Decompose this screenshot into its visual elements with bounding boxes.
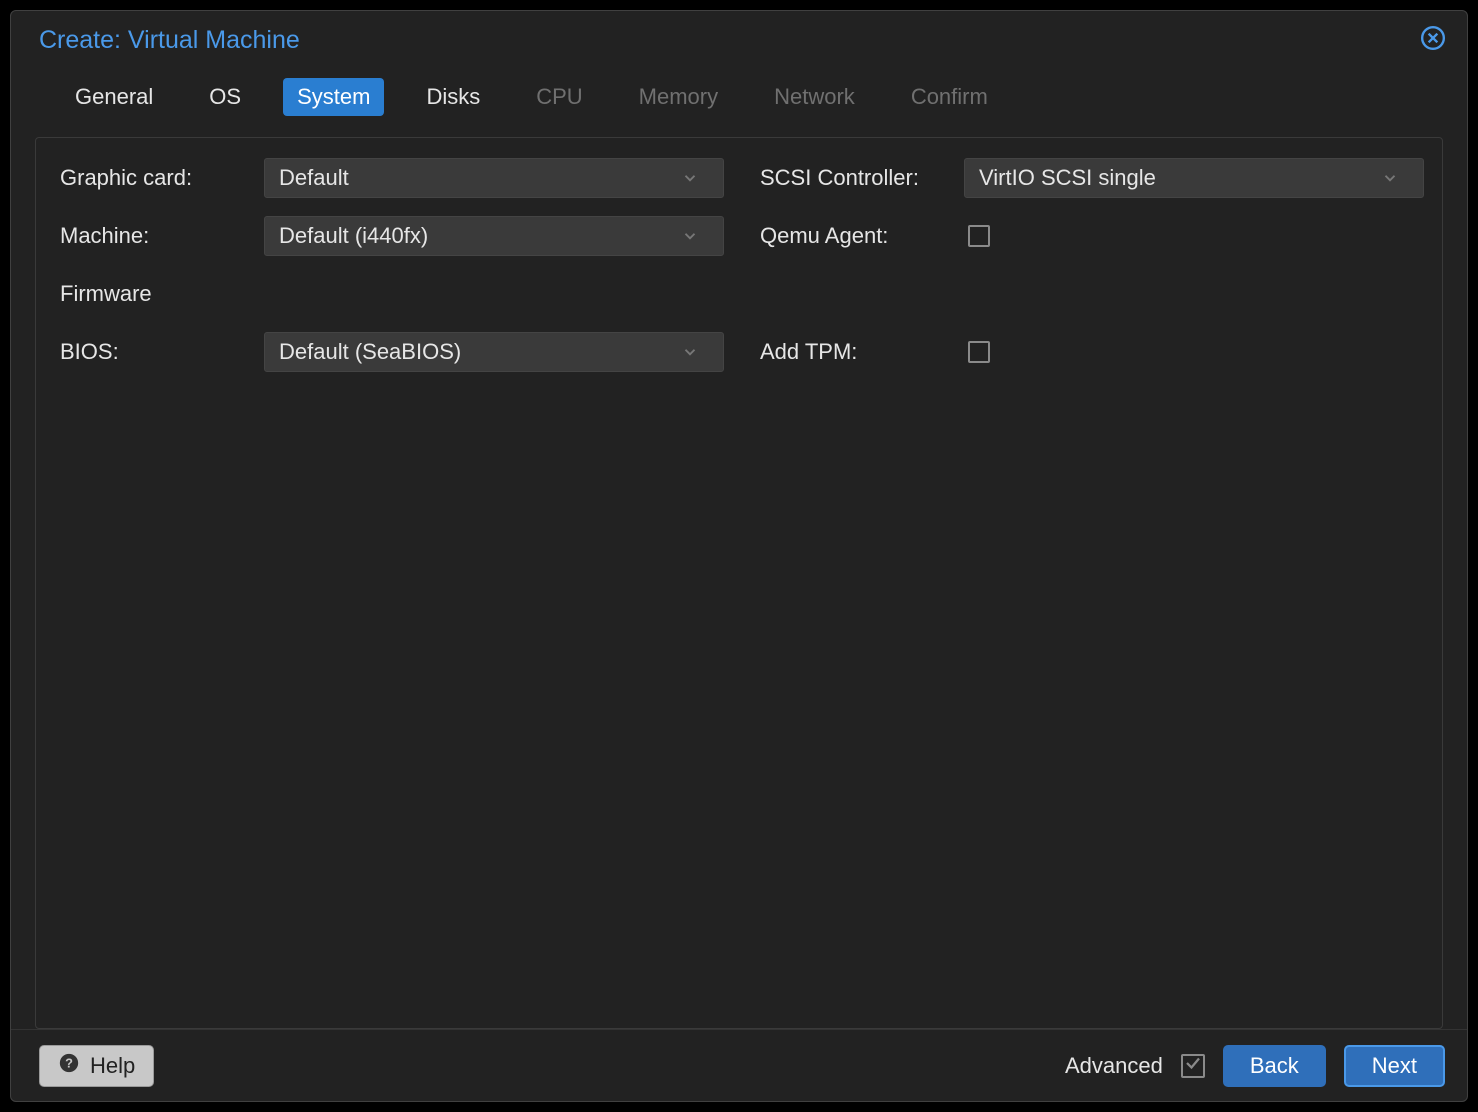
label-machine: Machine: xyxy=(54,223,264,249)
tab-os[interactable]: OS xyxy=(195,78,255,116)
select-machine-value: Default (i440fx) xyxy=(279,223,428,249)
row-machine: Machine: Default (i440fx) xyxy=(54,212,724,260)
form-right-column: SCSI Controller: VirtIO SCSI single Qemu… xyxy=(754,154,1424,386)
row-qemu-agent: Qemu Agent: xyxy=(754,212,1424,260)
chevron-down-icon xyxy=(1377,165,1403,191)
dialog-header: Create: Virtual Machine xyxy=(11,11,1467,69)
dialog-title: Create: Virtual Machine xyxy=(39,26,300,55)
tab-confirm: Confirm xyxy=(897,78,1002,116)
label-qemu-agent: Qemu Agent: xyxy=(754,223,964,249)
next-button-label: Next xyxy=(1372,1053,1417,1079)
help-button-label: Help xyxy=(90,1053,135,1079)
back-button[interactable]: Back xyxy=(1223,1045,1326,1087)
tab-memory: Memory xyxy=(625,78,732,116)
chevron-down-icon xyxy=(677,223,703,249)
row-scsi-controller: SCSI Controller: VirtIO SCSI single xyxy=(754,154,1424,202)
select-scsi-controller[interactable]: VirtIO SCSI single xyxy=(964,158,1424,198)
wizard-tabs: General OS System Disks CPU Memory Netwo… xyxy=(11,69,1467,125)
check-icon xyxy=(1184,1054,1202,1077)
help-icon: ? xyxy=(58,1052,80,1080)
dialog-create-vm: Create: Virtual Machine General OS Syste… xyxy=(10,10,1468,1102)
form-panel: Graphic card: Default Machine: Default (… xyxy=(35,137,1443,1029)
select-bios-value: Default (SeaBIOS) xyxy=(279,339,461,365)
label-graphic-card: Graphic card: xyxy=(54,165,264,191)
row-bios: BIOS: Default (SeaBIOS) xyxy=(54,328,724,376)
tab-cpu: CPU xyxy=(522,78,596,116)
checkbox-advanced[interactable] xyxy=(1181,1054,1205,1078)
tab-disks[interactable]: Disks xyxy=(412,78,494,116)
advanced-label: Advanced xyxy=(1065,1053,1163,1079)
form-left-column: Graphic card: Default Machine: Default (… xyxy=(54,154,724,386)
chevron-down-icon xyxy=(677,339,703,365)
close-icon xyxy=(1420,25,1446,56)
select-bios[interactable]: Default (SeaBIOS) xyxy=(264,332,724,372)
row-spacer xyxy=(754,270,1424,318)
form-grid: Graphic card: Default Machine: Default (… xyxy=(44,154,1434,386)
select-machine[interactable]: Default (i440fx) xyxy=(264,216,724,256)
label-add-tpm: Add TPM: xyxy=(754,339,964,365)
help-button[interactable]: ? Help xyxy=(39,1045,154,1087)
chevron-down-icon xyxy=(677,165,703,191)
row-add-tpm: Add TPM: xyxy=(754,328,1424,376)
label-bios: BIOS: xyxy=(54,339,264,365)
select-graphic-card-value: Default xyxy=(279,165,349,191)
svg-text:?: ? xyxy=(65,1055,73,1070)
row-graphic-card: Graphic card: Default xyxy=(54,154,724,202)
close-button[interactable] xyxy=(1419,26,1447,54)
tab-network: Network xyxy=(760,78,869,116)
label-firmware: Firmware xyxy=(54,281,264,307)
checkbox-add-tpm[interactable] xyxy=(968,341,990,363)
next-button[interactable]: Next xyxy=(1344,1045,1445,1087)
footer-right: Advanced Back Next xyxy=(1065,1045,1445,1087)
tab-general[interactable]: General xyxy=(61,78,167,116)
checkbox-qemu-agent[interactable] xyxy=(968,225,990,247)
select-scsi-controller-value: VirtIO SCSI single xyxy=(979,165,1156,191)
label-scsi-controller: SCSI Controller: xyxy=(754,165,964,191)
row-firmware-heading: Firmware xyxy=(54,270,724,318)
dialog-footer: ? Help Advanced Back Next xyxy=(11,1029,1467,1101)
back-button-label: Back xyxy=(1250,1053,1299,1079)
tab-system[interactable]: System xyxy=(283,78,384,116)
select-graphic-card[interactable]: Default xyxy=(264,158,724,198)
